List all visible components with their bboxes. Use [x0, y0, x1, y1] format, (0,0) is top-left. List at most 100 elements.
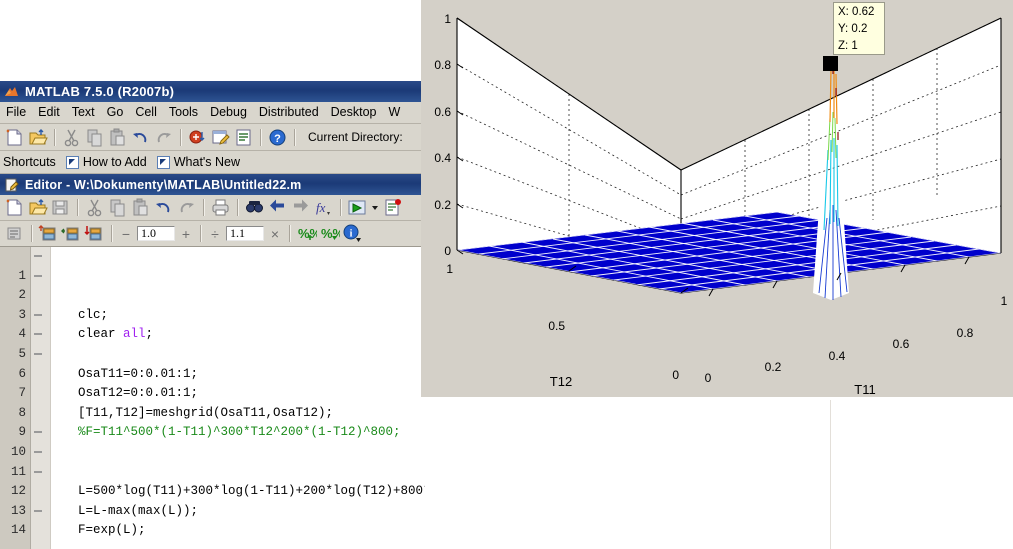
editor-title-text: Editor - W:\Dokumenty\MATLAB\Untitled22.… — [25, 177, 302, 192]
editor-code-area[interactable]: 1 clc; 2 clear all; 3 4 OsaT11=0:0.01:1;… — [0, 247, 425, 549]
breakpoint-marker[interactable] — [34, 274, 42, 277]
code-line[interactable]: 11 L=L-max(max(L)); — [0, 443, 425, 518]
code-line[interactable]: 13 — [0, 482, 425, 518]
breakpoint-marker[interactable] — [34, 255, 42, 257]
breakpoint-marker[interactable] — [34, 450, 42, 453]
find-icon[interactable] — [244, 197, 265, 218]
code-line[interactable]: 3 — [0, 286, 425, 322]
run-dropdown-icon[interactable] — [370, 197, 380, 218]
profiler-icon[interactable] — [233, 127, 254, 148]
code-line[interactable]: 5 OsaT12=0:0.01:1; — [0, 325, 425, 400]
code-line[interactable]: 7 — [0, 365, 425, 400]
code-text: F=exp(L); — [78, 523, 146, 538]
svg-text:?: ? — [274, 133, 281, 145]
insert-cell-divider-below-icon[interactable] — [84, 223, 105, 244]
new-file-icon[interactable] — [4, 127, 25, 148]
matlab-menubar[interactable]: File Edit Text Go Cell Tools Debug Distr… — [0, 102, 425, 124]
menu-item-file[interactable]: File — [0, 104, 32, 121]
additive-value-input[interactable]: 1.0 — [137, 226, 175, 241]
insert-cell-divider-above-icon[interactable] — [61, 223, 82, 244]
menu-item-desktop[interactable]: Desktop — [325, 104, 383, 121]
code-line[interactable]: 12 F=exp(L); — [0, 463, 425, 537]
code-line[interactable]: 10 L=500*log(T11)+300*log(1-T11)+200*log… — [0, 423, 425, 498]
data-cursor-marker[interactable] — [823, 56, 838, 71]
menu-item-distributed[interactable]: Distributed — [253, 104, 325, 121]
help-icon[interactable]: ? — [267, 127, 288, 148]
menu-item-window[interactable]: W — [383, 104, 407, 121]
toolbar-separator — [340, 199, 341, 216]
code-line[interactable]: 1 clc; — [0, 247, 425, 322]
undo-icon[interactable] — [153, 197, 174, 218]
forward-arrow-icon[interactable] — [290, 197, 311, 218]
redo-icon[interactable] — [176, 197, 197, 218]
copy-icon[interactable] — [107, 197, 128, 218]
copy-icon[interactable] — [84, 127, 105, 148]
evaluate-cell-icon[interactable]: %% — [296, 223, 317, 244]
editor-toolbar: fx — [0, 195, 425, 221]
y-axis-label: T12 — [550, 374, 572, 389]
code-line[interactable]: 4 OsaT11=0:0.01:1; — [0, 306, 425, 381]
divide-button[interactable]: ÷ — [206, 226, 224, 242]
insert-cell-divider-icon[interactable] — [38, 223, 59, 244]
current-directory-label: Current Directory: — [308, 130, 403, 144]
breakpoint-marker[interactable] — [34, 470, 42, 473]
show-cell-titles-icon[interactable] — [4, 223, 25, 244]
decrement-button[interactable]: − — [117, 226, 135, 242]
open-folder-icon[interactable] — [27, 127, 48, 148]
info-icon[interactable]: i — [342, 223, 363, 244]
evaluate-cell-advance-icon[interactable]: %% — [319, 223, 340, 244]
x-tick-08: 0.8 — [957, 326, 974, 340]
print-icon[interactable] — [210, 197, 231, 218]
breakpoint-marker[interactable] — [34, 313, 42, 316]
shortcut-whats-new[interactable]: What's New — [156, 155, 240, 169]
back-arrow-icon[interactable] — [267, 197, 288, 218]
z-tick-1: 1 — [444, 12, 451, 26]
x-tick-1: 1 — [1001, 294, 1008, 308]
breakpoint-marker[interactable] — [34, 352, 42, 355]
matlab-title-text: MATLAB 7.5.0 (R2007b) — [25, 84, 175, 99]
redo-icon[interactable] — [153, 127, 174, 148]
z-tick-06: 0.6 — [434, 105, 451, 119]
paste-icon[interactable] — [130, 197, 151, 218]
breakpoint-marker[interactable] — [34, 431, 42, 434]
z-tick-08: 0.8 — [434, 58, 451, 72]
code-line[interactable]: 2 clear all; — [0, 267, 425, 341]
stop-debug-icon[interactable] — [382, 197, 403, 218]
open-folder-icon[interactable] — [27, 197, 48, 218]
z-tick-02: 0.2 — [434, 198, 451, 212]
shortcuts-label-wrap: Shortcuts — [3, 155, 56, 169]
save-icon[interactable] — [50, 197, 71, 218]
multiplicative-value-input[interactable]: 1.1 — [226, 226, 264, 241]
undo-icon[interactable] — [130, 127, 151, 148]
menu-item-tools[interactable]: Tools — [163, 104, 204, 121]
toolbar-separator — [237, 199, 238, 216]
code-line[interactable]: 8 %F=T11^500*(1-T11)^300*T12^200*(1-T12)… — [0, 384, 425, 440]
increment-button[interactable]: + — [177, 226, 195, 242]
menu-item-edit[interactable]: Edit — [32, 104, 66, 121]
code-line[interactable]: 14 mesh(T11,T12,F); — [0, 502, 425, 537]
menu-item-go[interactable]: Go — [101, 104, 130, 121]
code-line[interactable]: 9 — [0, 404, 425, 439]
editor-code-area-right — [425, 397, 1013, 549]
run-icon[interactable] — [347, 197, 368, 218]
function-browser-icon[interactable]: fx — [313, 197, 334, 218]
paste-icon[interactable] — [107, 127, 128, 148]
code-line[interactable]: 6 [T11,T12]=meshgrid(OsaT11,OsaT12); — [0, 345, 425, 420]
cut-icon[interactable] — [84, 197, 105, 218]
multiply-button[interactable]: × — [266, 226, 284, 242]
cut-icon[interactable] — [61, 127, 82, 148]
mesh-plot-axes[interactable]: 1 0.8 0.6 0.4 0.2 0 1 0.5 0 0 0.2 0.4 0.… — [421, 0, 1013, 397]
menu-item-debug[interactable]: Debug — [204, 104, 253, 121]
z-tick-0: 0 — [444, 244, 451, 258]
breakpoint-marker[interactable] — [34, 333, 42, 336]
code-lines-container[interactable]: 1 clc; 2 clear all; 3 4 OsaT11=0:0.01:1;… — [0, 247, 425, 549]
simulink-icon[interactable] — [187, 127, 208, 148]
guide-icon[interactable] — [210, 127, 231, 148]
menu-item-text[interactable]: Text — [66, 104, 101, 121]
new-file-icon[interactable] — [4, 197, 25, 218]
column-guide-line — [830, 400, 831, 549]
breakpoint-marker[interactable] — [34, 509, 42, 512]
y-tick-05: 0.5 — [548, 319, 565, 333]
menu-item-cell[interactable]: Cell — [129, 104, 163, 121]
shortcut-how-to-add[interactable]: How to Add — [65, 155, 147, 169]
